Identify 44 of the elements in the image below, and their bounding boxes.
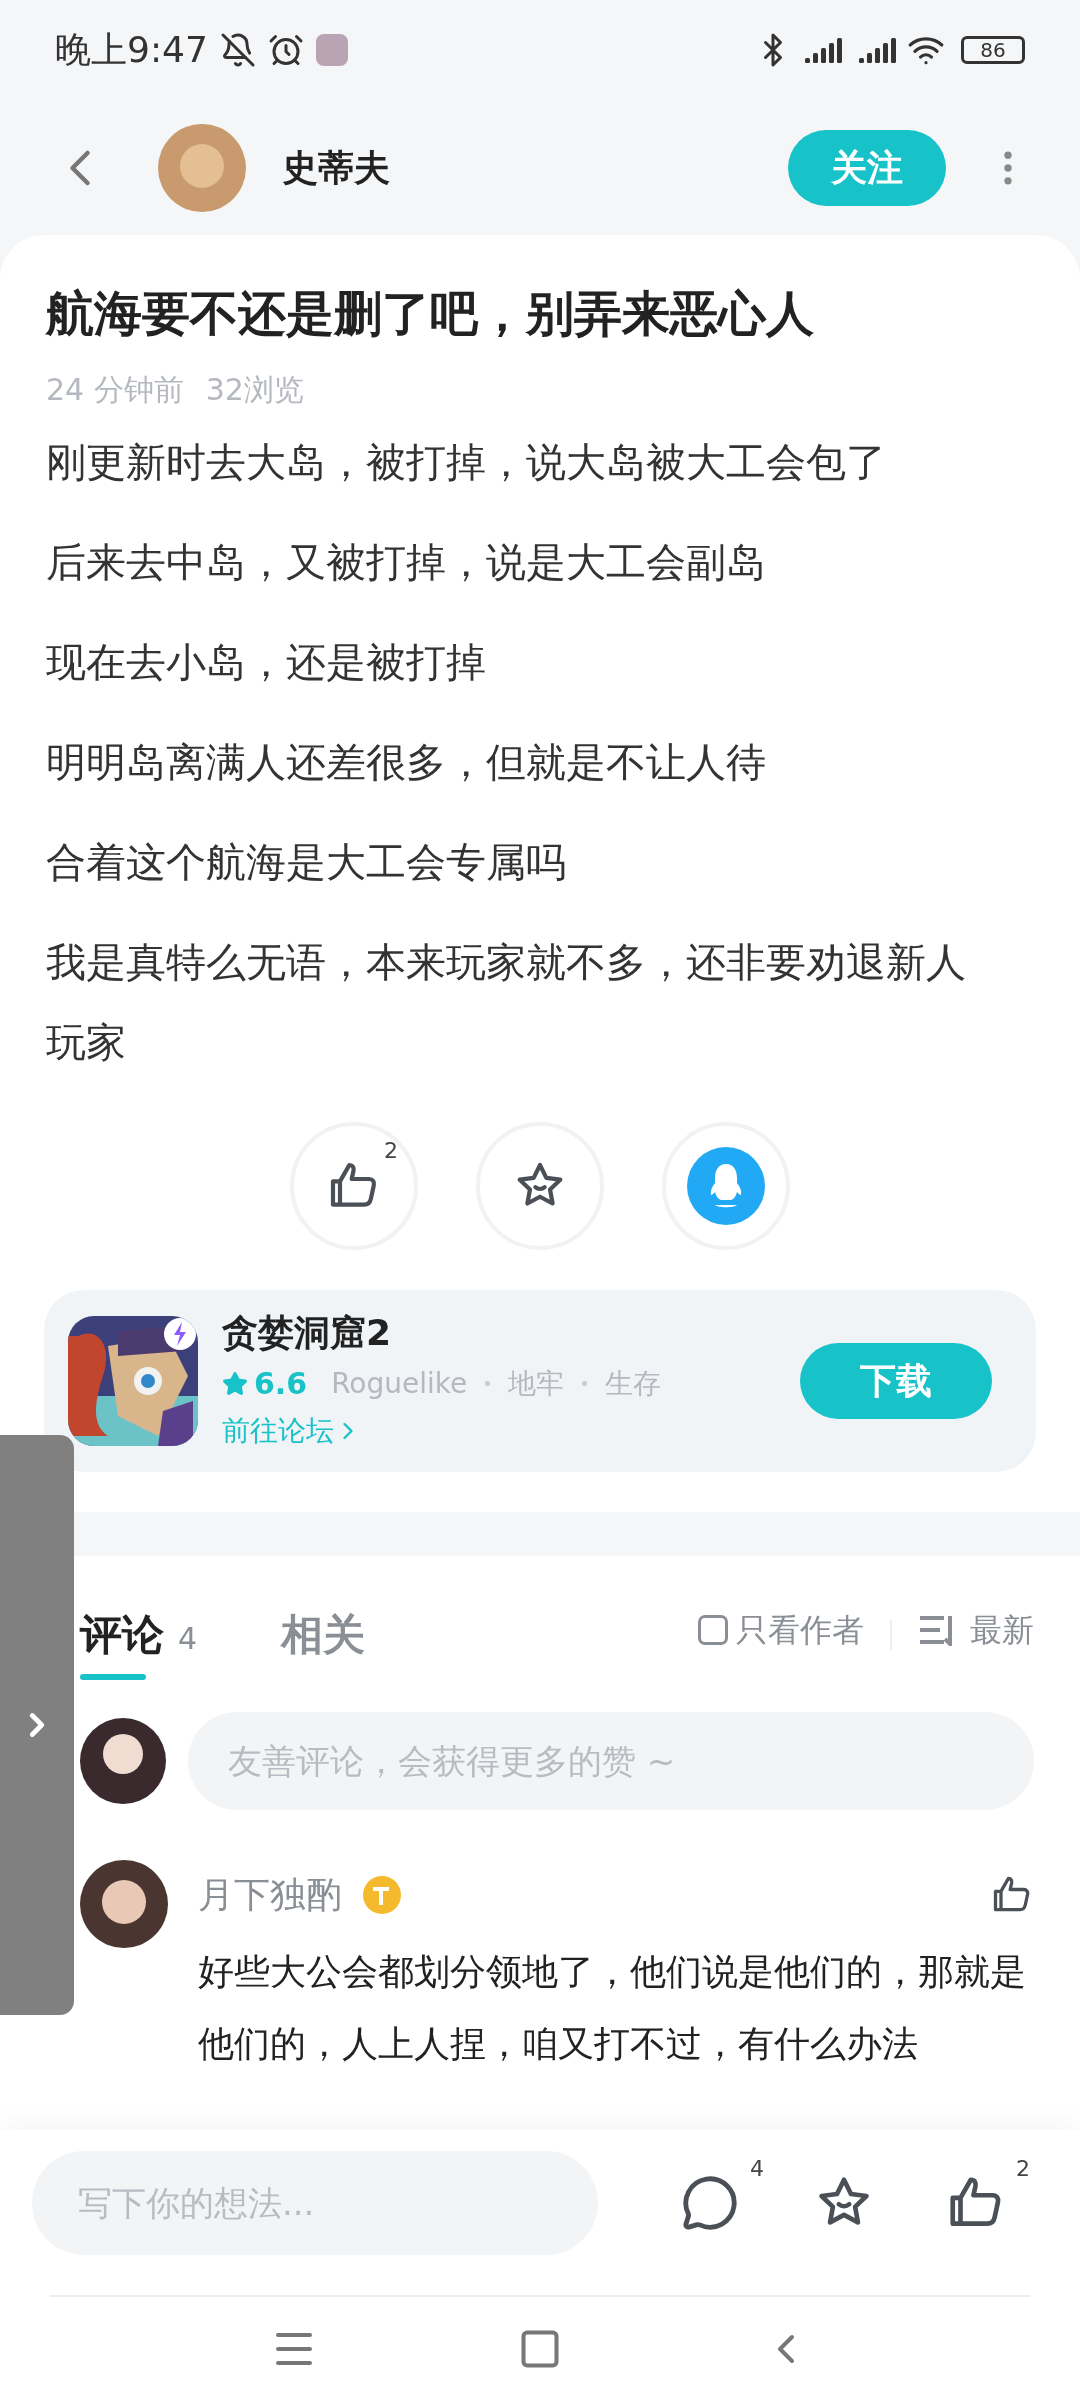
like-button[interactable]: 2 — [290, 1122, 418, 1250]
like-count: 2 — [384, 1137, 398, 1165]
favorite-button[interactable] — [476, 1122, 604, 1250]
like-count: 2 — [1016, 2155, 1030, 2183]
forum-link[interactable]: 前往论坛 — [222, 1410, 662, 1452]
post-paragraph: 现在去小岛，还是被打掉 — [46, 638, 487, 687]
comment-icon — [681, 2173, 739, 2232]
post-title: 航海要不还是删了吧，别弄来恶心人 — [46, 284, 815, 343]
follow-button[interactable]: 关注 — [788, 129, 946, 206]
commenter-name[interactable]: 月下独酌 — [198, 1868, 342, 1922]
thought-input[interactable]: 写下你的想法... — [32, 2150, 598, 2255]
author-only-filter[interactable]: 只看作者 — [698, 1606, 864, 1654]
user-name[interactable]: 史蒂夫 — [282, 140, 390, 195]
post-paragraph: 我是真特么无语，本来玩家就不多，还非要劝退新人玩家 — [46, 938, 967, 1067]
post-time: 24 分钟前 — [46, 371, 184, 409]
mute-icon — [219, 32, 256, 68]
penguin-icon — [687, 1147, 765, 1225]
comment-count: 4 — [750, 2155, 764, 2183]
post-paragraph: 刚更新时去大岛，被打掉，说大岛被大工会包了 — [46, 438, 887, 487]
game-card[interactable]: 贪婪洞窟2 6.6 Roguelike 地牢 生存 前往论坛 下载 — [44, 1290, 1036, 1472]
checkbox[interactable] — [698, 1615, 728, 1645]
comment-text: 好些大公会都划分领地了，他们说是他们的，那就是他们的，人上人捏，咱又打不过，有什么办法 — [198, 1950, 1027, 2066]
tab[interactable]: 相关 — [281, 1603, 366, 1666]
comment-input[interactable]: 友善评论，会获得更多的赞 ~ — [188, 1712, 1034, 1810]
view-count: 32浏览 — [205, 371, 304, 409]
share-button[interactable] — [662, 1122, 790, 1250]
level-badge-icon — [362, 1875, 402, 1915]
game-rating: 6.6 — [254, 1365, 308, 1403]
alarm-icon — [267, 32, 304, 68]
game-tag: 地牢 — [508, 1362, 565, 1405]
side-drawer-handle[interactable] — [0, 1435, 74, 2015]
battery-indicator: 86 — [961, 36, 1025, 64]
download-button[interactable]: 下载 — [800, 1343, 992, 1419]
post-paragraph: 后来去中岛，又被打掉，说是大工会副岛 — [46, 538, 767, 587]
game-tag: Roguelike — [331, 1362, 468, 1405]
game-tag: 生存 — [605, 1362, 662, 1405]
tab[interactable]: 评论 4 — [80, 1603, 198, 1666]
post-paragraph: 合着这个航海是大工会专属吗 — [46, 838, 567, 887]
app-notification-icon — [315, 34, 348, 66]
status-time: 晚上9:47 — [55, 28, 208, 72]
game-name: 贪婪洞窟2 — [222, 1311, 393, 1355]
sort-button[interactable]: 最新 — [918, 1606, 1034, 1654]
post-paragraph: 明明岛离满人还差很多，但就是不让人待 — [46, 738, 767, 787]
rating-star-icon — [222, 1370, 248, 1397]
